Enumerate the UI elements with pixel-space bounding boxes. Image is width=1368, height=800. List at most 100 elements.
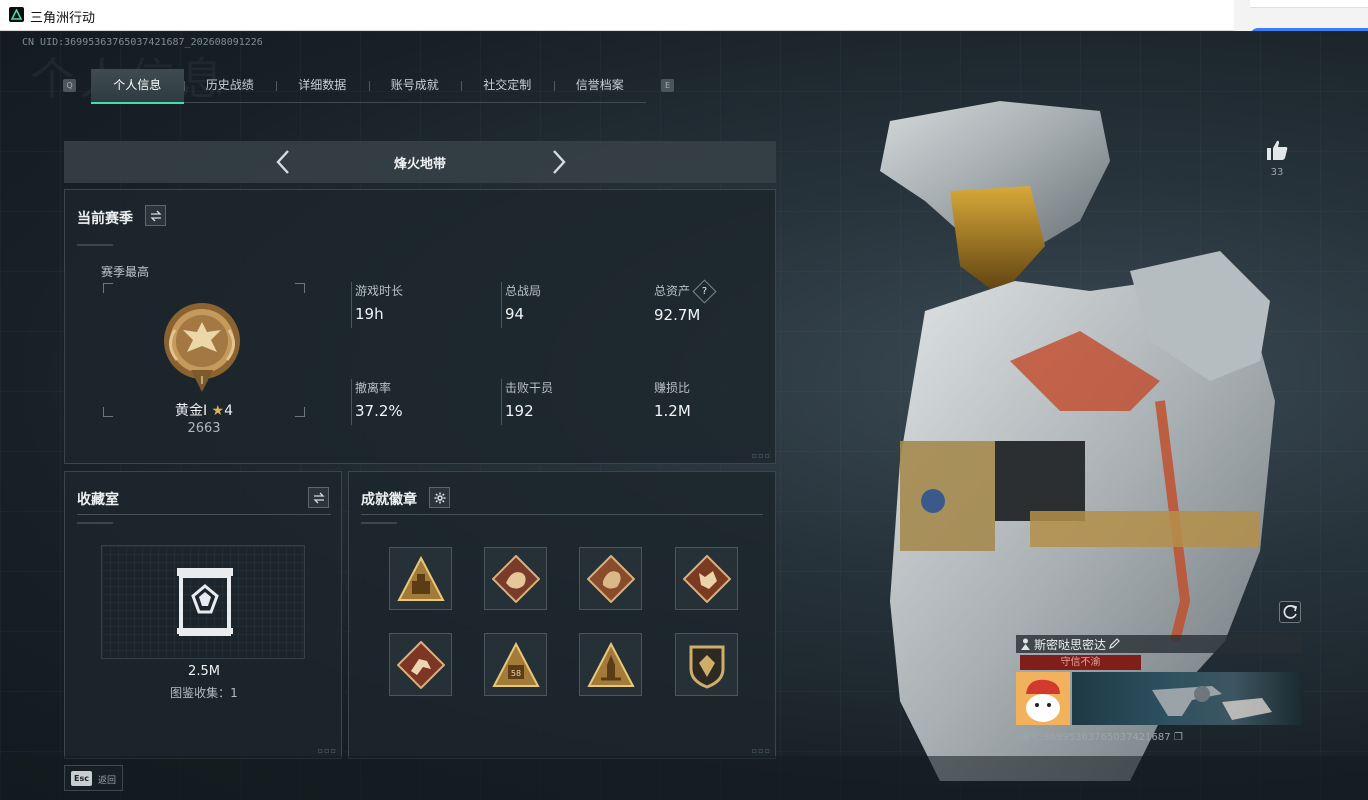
badges-divider xyxy=(361,514,763,515)
badge-tile-7[interactable] xyxy=(579,633,642,696)
refresh-icon xyxy=(1283,605,1298,619)
stat-extract-rate: 撤离率 37.2% xyxy=(351,379,481,425)
copy-icon[interactable]: ❐ xyxy=(1174,732,1183,743)
badges-panel: 成就徽章 58 ▫▫▫ xyxy=(348,471,776,759)
badge-tile-1[interactable] xyxy=(389,547,452,610)
stat-playtime: 游戏时长 19h xyxy=(351,282,481,328)
mode-selector: 烽火地带 xyxy=(64,141,776,183)
stat-label: 击败干员 xyxy=(505,381,554,395)
person-icon xyxy=(1021,638,1030,650)
rank-stars: 4 xyxy=(224,403,234,419)
gear-icon xyxy=(434,492,446,504)
dragon-diamond-icon-2 xyxy=(587,555,635,603)
stat-label: 游戏时长 xyxy=(355,284,404,298)
season-title: 当前赛季 xyxy=(77,211,133,227)
like-button[interactable]: 33 xyxy=(1262,139,1292,183)
tab-social[interactable]: 社交定制 xyxy=(461,69,554,103)
tab-detail-data[interactable]: 详细数据 xyxy=(276,69,369,103)
dragon-diamond-icon xyxy=(492,555,540,603)
stat-kills: 击败干员 192 xyxy=(501,379,631,425)
collection-divider xyxy=(77,514,331,515)
triangle-ammo-icon xyxy=(397,555,445,601)
refresh-button[interactable] xyxy=(1279,601,1301,623)
player-name-row: 斯密哒思密达 xyxy=(1016,635,1302,653)
corner-dots: ▫▫▫ xyxy=(751,746,771,755)
badge-tile-2[interactable] xyxy=(484,547,547,610)
collection-amount: 2.5M xyxy=(188,664,220,679)
player-name: 斯密哒思密达 xyxy=(1034,638,1107,652)
tab-achievements[interactable]: 账号成就 xyxy=(368,69,462,103)
avatar-image xyxy=(1016,672,1070,725)
badge-tile-4[interactable] xyxy=(675,547,738,610)
stat-label: 赚损比 xyxy=(654,381,691,395)
overlay-input[interactable] xyxy=(1250,0,1368,8)
swap-icon xyxy=(313,492,325,504)
rank-name-text: 黄金I xyxy=(174,403,208,419)
tab-prev-key[interactable]: Q xyxy=(63,79,76,92)
player-id: 编号:369953637650374216​87 ❐ xyxy=(1020,728,1183,743)
swap-icon xyxy=(150,210,162,222)
star-icon: ★ xyxy=(211,403,225,419)
corner-dots: ▫▫▫ xyxy=(751,451,771,460)
gold-rank-medal-icon: I xyxy=(164,303,240,392)
like-count: 33 xyxy=(1270,167,1284,178)
collection-switch-button[interactable] xyxy=(308,487,329,508)
runner-diamond-icon xyxy=(397,641,445,689)
stat-label: 总战局 xyxy=(505,284,542,298)
collection-subdivider xyxy=(77,522,113,524)
collection-title: 收藏室 xyxy=(77,492,119,508)
corner-dots: ▫▫▫ xyxy=(317,746,337,755)
esc-key: Esc xyxy=(71,771,92,786)
tabs: 个人信息 历史战绩 详细数据 账号成就 社交定制 信誉档案 xyxy=(91,69,647,104)
stat-label: 撤离率 xyxy=(355,381,392,395)
back-label: 返回 xyxy=(98,776,117,786)
badges-settings-button[interactable] xyxy=(429,487,450,508)
badge-tile-8[interactable] xyxy=(675,633,738,696)
stat-value: 37.2% xyxy=(355,402,403,420)
vault-icon xyxy=(177,568,233,636)
tab-history[interactable]: 历史战绩 xyxy=(183,69,277,103)
player-id-text: 编号:369953637650374216​87 xyxy=(1020,732,1171,743)
mode-next-button[interactable] xyxy=(546,148,570,176)
stat-value: 1.2M xyxy=(654,402,691,420)
chevron-right-icon xyxy=(553,150,566,174)
app-logo-icon xyxy=(9,7,24,22)
help-button[interactable]: ? xyxy=(692,279,717,304)
badge-tile-3[interactable] xyxy=(579,547,642,610)
stat-label: 总资产? xyxy=(654,279,781,304)
tab-personal-info[interactable]: 个人信息 xyxy=(91,69,184,104)
edit-icon[interactable] xyxy=(1108,638,1120,650)
stat-value: 192 xyxy=(505,402,534,420)
banner-revolver-image xyxy=(1152,686,1272,720)
mode-title: 烽火地带 xyxy=(393,157,446,172)
player-card: 斯密哒思密达 守信不渝 编号:369953637650374216​87 ❐ xyxy=(1016,635,1302,755)
season-switch-button[interactable] xyxy=(145,205,166,226)
stat-value: 92.7M xyxy=(654,306,701,324)
triangle-58-icon: 58 xyxy=(492,641,540,687)
stat-profit-ratio: 赚损比 1.2M xyxy=(651,379,781,425)
stat-total-matches: 总战局 94 xyxy=(501,282,631,328)
collection-caption: 图鉴收集：1 xyxy=(170,686,238,700)
stat-total-assets: 总资产? 92.7M xyxy=(651,279,781,328)
shield-emblem-icon xyxy=(689,645,725,689)
uid-label: CN UID:3699536376503742168​7_20260809122… xyxy=(22,37,263,48)
bottom-bar xyxy=(0,756,1368,800)
window-title: 三角洲行动 xyxy=(30,11,96,26)
back-button[interactable]: Esc 返回 xyxy=(64,765,123,791)
tab-next-key[interactable]: E xyxy=(661,79,674,92)
tab-bar: Q 个人信息 历史战绩 详细数据 账号成就 社交定制 信誉档案 E xyxy=(60,69,680,104)
badge-tile-5[interactable] xyxy=(389,633,452,696)
avatar[interactable] xyxy=(1016,672,1070,725)
stat-value: 94 xyxy=(505,305,525,323)
badges-title: 成就徽章 xyxy=(361,492,417,508)
tab-credit[interactable]: 信誉档案 xyxy=(553,69,647,103)
player-banner xyxy=(1072,672,1302,725)
wolf-diamond-icon xyxy=(683,555,731,603)
svg-text:I: I xyxy=(200,374,203,387)
season-divider xyxy=(77,244,113,246)
badge-tile-6[interactable]: 58 xyxy=(484,633,547,696)
rank-score: 2663 xyxy=(187,421,221,436)
game-screen: 个人信息 CN UID:3699536376503742168​7_202608… xyxy=(0,31,1368,800)
stat-label-text: 总资产 xyxy=(654,284,691,298)
credit-status: 守信不渝 xyxy=(1020,655,1141,670)
